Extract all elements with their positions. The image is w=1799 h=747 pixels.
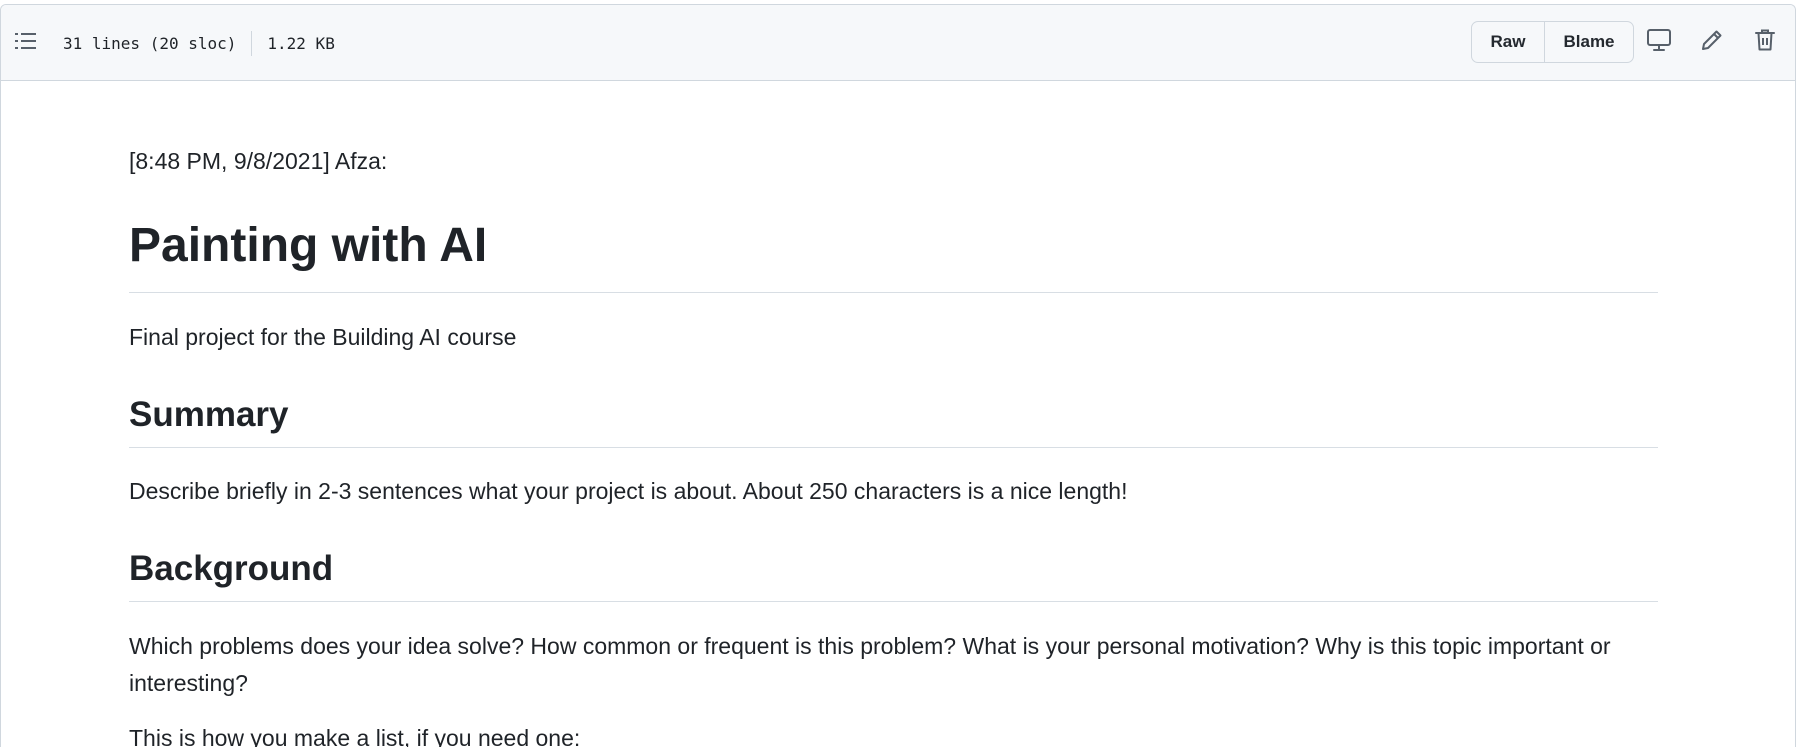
page-title: Painting with AI (129, 214, 1658, 293)
delete-file-button[interactable] (1748, 25, 1782, 59)
timestamp-line: [8:48 PM, 9/8/2021] Afza: (129, 148, 388, 174)
desktop-icon (1646, 28, 1672, 57)
summary-paragraph: Describe briefly in 2-3 sentences what y… (129, 478, 1128, 504)
file-view: 31 lines (20 sloc) 1.22 KB Raw Blame [8:… (0, 4, 1796, 747)
blame-button[interactable]: Blame (1544, 22, 1633, 62)
file-header: 31 lines (20 sloc) 1.22 KB Raw Blame (1, 5, 1795, 81)
raw-blame-group: Raw Blame (1471, 21, 1634, 63)
file-size: 1.22 KB (267, 34, 335, 53)
outline-button[interactable] (9, 26, 43, 60)
subtitle-paragraph: Final project for the Building AI course (129, 324, 517, 350)
display-rendered-button[interactable] (1642, 25, 1676, 59)
edit-file-button[interactable] (1695, 25, 1729, 59)
meta-divider (251, 31, 253, 56)
list-intro-paragraph: This is how you make a list, if you need… (129, 725, 581, 747)
background-heading: Background (129, 547, 1658, 602)
outline-list-icon (14, 30, 38, 57)
summary-heading: Summary (129, 393, 1658, 448)
line-count: 31 lines (20 sloc) (63, 34, 237, 53)
pencil-icon (1700, 28, 1724, 57)
file-meta: 31 lines (20 sloc) 1.22 KB (63, 31, 335, 56)
raw-button[interactable]: Raw (1472, 22, 1544, 62)
trash-icon (1754, 28, 1776, 57)
background-paragraph: Which problems does your idea solve? How… (129, 633, 1611, 696)
